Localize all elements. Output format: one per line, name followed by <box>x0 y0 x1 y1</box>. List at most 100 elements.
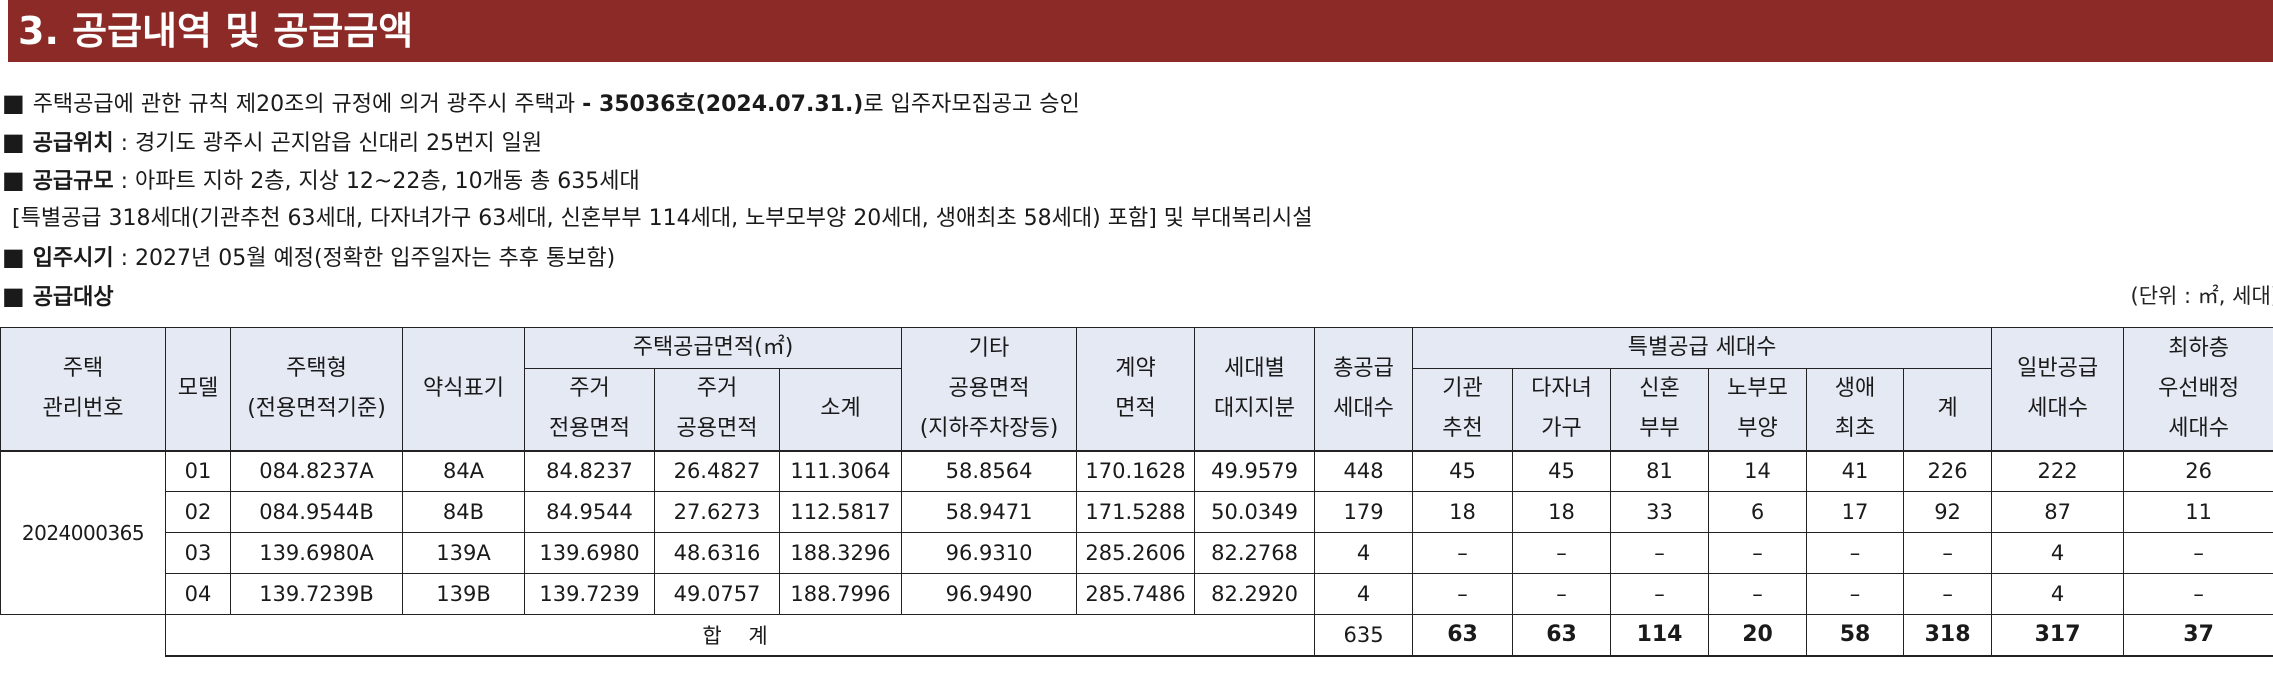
total-label: 합 계 <box>164 614 1316 657</box>
cell-contract: 170.1628 <box>1076 449 1196 492</box>
cell-model: 03 <box>165 532 231 574</box>
move-in-label: 입주시기 <box>32 246 114 271</box>
cell-elder: 14 <box>1708 449 1808 492</box>
cell-type: 139.6980A <box>230 532 403 574</box>
total-multi: 63 <box>1512 614 1612 657</box>
cell-total: 4 <box>1314 532 1414 574</box>
header-area-group: 주택공급면적(㎡) <box>523 327 903 369</box>
cell-abbr: 84B <box>402 491 525 533</box>
cell-total: 179 <box>1314 491 1414 533</box>
scale-value: : 아파트 지하 2층, 지상 12~22층, 10개동 총 635세대 <box>113 169 640 194</box>
cell-first: – <box>1806 532 1905 574</box>
cell-subtotal: 188.7996 <box>778 573 903 615</box>
move-in-line: ■ 입주시기 : 2027년 05월 예정(정확한 입주일자는 추후 통보함) <box>0 238 2273 277</box>
bullet-square-icon: ■ <box>2 166 25 194</box>
supply-table: 주택 관리번호 모델 주택형 (전용면적기준) 약식표기 주택공급면적(㎡) 기타 공… <box>0 327 2273 657</box>
header-first-home: 생애 최초 <box>1806 368 1905 451</box>
cell-common: 49.0757 <box>654 573 780 615</box>
cell-contract: 285.2606 <box>1076 532 1196 574</box>
cell-inst: 45 <box>1412 449 1514 492</box>
total-row: 합 계 635 63 63 114 20 58 318 317 37 <box>0 614 2273 657</box>
header-total-supply: 총공급 세대수 <box>1314 327 1414 451</box>
cell-abbr: 139A <box>402 532 525 574</box>
cell-first: 17 <box>1806 491 1905 533</box>
table-row: 03 139.6980A 139A 139.6980 48.6316 188.3… <box>1 532 2273 574</box>
unit-note: (단위 : ㎡, 세대) <box>2130 283 2273 308</box>
cell-land: 82.2768 <box>1194 532 1316 574</box>
mgmt-no-cell: 2024000365 <box>0 449 166 615</box>
cell-excl: 139.7239 <box>524 573 655 615</box>
table-row: 04 139.7239B 139B 139.7239 49.0757 188.7… <box>1 573 2273 615</box>
location-label: 공급위치 <box>32 130 114 156</box>
bullet-square-icon: ■ <box>2 281 25 310</box>
approval-text-tail: 로 입주자모집공고 승인 <box>863 92 1080 117</box>
header-model: 모델 <box>165 327 231 451</box>
bullet-square-icon: ■ <box>2 127 25 156</box>
move-in-value: : 2027년 05월 예정(정확한 입주일자는 추후 통보함) <box>113 246 616 271</box>
cell-elder: – <box>1708 532 1808 574</box>
cell-general: 87 <box>1991 491 2125 533</box>
location-value: : 경기도 광주시 곤지암읍 신대리 25번지 일원 <box>113 130 543 156</box>
cell-newly: – <box>1610 532 1710 574</box>
cell-excl: 84.9544 <box>524 491 655 533</box>
cell-sp-total: 226 <box>1903 449 1993 492</box>
cell-contract: 171.5288 <box>1076 491 1196 533</box>
header-common-area: 주거 공용면적 <box>654 368 780 451</box>
header-general: 일반공급 세대수 <box>1991 327 2125 451</box>
total-general: 317 <box>1991 614 2125 657</box>
cell-type: 084.8237A <box>230 449 403 492</box>
cell-inst: 18 <box>1412 491 1514 533</box>
cell-abbr: 139B <box>402 573 525 615</box>
header-other-common: 기타 공용면적 (지하주차장등) <box>901 327 1078 451</box>
cell-subtotal: 112.5817 <box>778 491 903 533</box>
total-sp-total: 318 <box>1903 614 1993 657</box>
cell-inst: – <box>1412 532 1514 574</box>
cell-abbr: 84A <box>402 449 525 492</box>
cell-first: – <box>1806 573 1905 615</box>
cell-newly: 33 <box>1610 491 1710 533</box>
cell-newly: – <box>1610 573 1710 615</box>
cell-lowest: – <box>2123 532 2273 574</box>
cell-multi: 45 <box>1512 449 1612 492</box>
total-inst: 63 <box>1412 614 1514 657</box>
cell-multi: 18 <box>1512 491 1612 533</box>
cell-land: 82.2920 <box>1194 573 1316 615</box>
cell-land: 49.9579 <box>1194 449 1316 492</box>
section-title: 3. 공급내역 및 공급금액 <box>18 9 414 53</box>
scale-line: ■ 공급규모 : 아파트 지하 2층, 지상 12~22층, 10개동 총 635… <box>0 161 2273 200</box>
total-first: 58 <box>1806 614 1905 657</box>
total-lowest: 37 <box>2123 614 2273 657</box>
cell-model: 02 <box>165 491 231 533</box>
cell-lowest: 26 <box>2123 449 2273 492</box>
cell-land: 50.0349 <box>1194 491 1316 533</box>
cell-other: 58.9471 <box>901 491 1078 533</box>
header-mgmt-no: 주택 관리번호 <box>0 327 166 451</box>
cell-other: 96.9310 <box>901 532 1078 574</box>
header-type: 주택형 (전용면적기준) <box>230 327 403 451</box>
scale-label: 공급규모 <box>32 169 114 194</box>
cell-lowest: 11 <box>2123 491 2273 533</box>
table-row: 2024000365 01 084.8237A 84A 84.8237 26.4… <box>0 449 2273 615</box>
cell-other: 58.8564 <box>901 449 1078 492</box>
header-abbr: 약식표기 <box>402 327 525 451</box>
header-special-total: 계 <box>1903 368 1993 451</box>
header-excl-area: 주거 전용면적 <box>524 368 655 451</box>
section-title-banner: 3. 공급내역 및 공급금액 <box>8 0 2273 62</box>
total-newly: 114 <box>1610 614 1710 657</box>
bullet-square-icon: ■ <box>2 243 25 271</box>
header-special-group: 특별공급 세대수 <box>1412 327 1993 369</box>
cell-contract: 285.7486 <box>1076 573 1196 615</box>
cell-total: 4 <box>1314 573 1414 615</box>
total-elder: 20 <box>1708 614 1808 657</box>
approval-number: - 35036호(2024.07.31.) <box>582 92 864 117</box>
location-line: ■ 공급위치 : 경기도 광주시 곤지암읍 신대리 25번지 일원 <box>0 123 2273 162</box>
header-institution: 기관 추천 <box>1412 368 1514 451</box>
approval-text: 주택공급에 관한 규칙 제20조의 규정에 의거 광주시 주택과 <box>32 92 583 117</box>
total-blank-cell <box>0 614 166 656</box>
cell-first: 41 <box>1806 449 1905 492</box>
header-subtotal: 소계 <box>778 368 903 451</box>
target-line: ■ 공급대상 (단위 : ㎡, 세대) <box>0 277 2273 316</box>
cell-lowest: – <box>2123 573 2273 615</box>
cell-total: 448 <box>1314 449 1414 492</box>
cell-model: 01 <box>165 449 231 492</box>
